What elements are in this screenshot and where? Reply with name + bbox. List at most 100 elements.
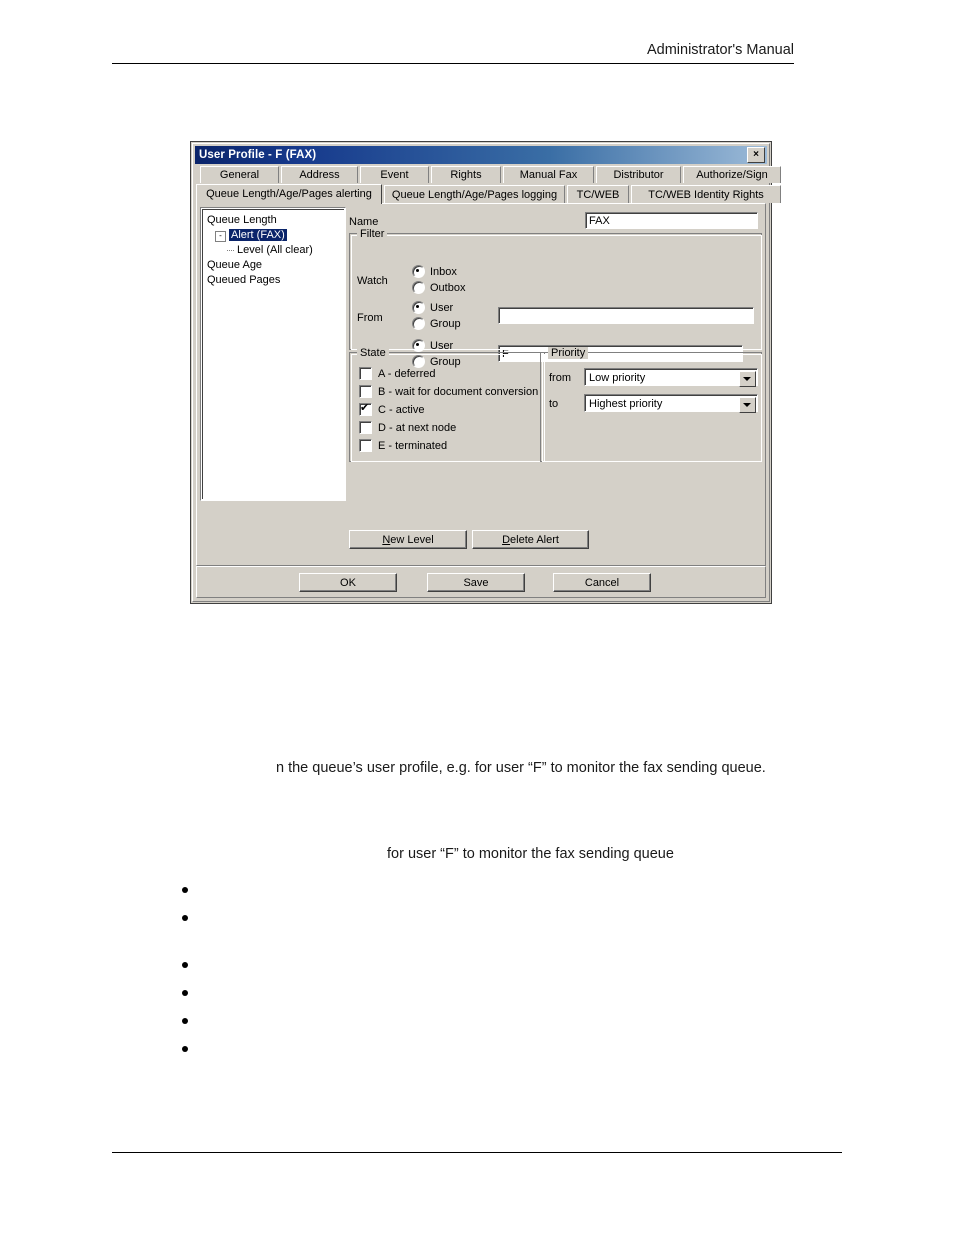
radio-selected-icon	[412, 301, 425, 314]
bullet-list	[182, 878, 210, 1065]
new-level-button-label: New Level	[382, 533, 434, 546]
from-user-label: User	[430, 301, 454, 314]
tree-node-queue-age[interactable]: Queue Age	[205, 258, 344, 273]
state-checkbox-b[interactable]: B - wait for document conversion	[359, 385, 538, 398]
dialog-titlebar[interactable]: User Profile - F (FAX) ×	[195, 146, 767, 164]
state-label-e: E - terminated	[378, 439, 448, 452]
state-checkbox-d[interactable]: D - at next node	[359, 421, 456, 434]
bullet-dot-icon	[182, 887, 188, 893]
to-user-label: User	[430, 339, 454, 352]
body-paragraph-2: for user “F” to monitor the fax sending …	[387, 846, 674, 862]
state-checkbox-c[interactable]: C - active	[359, 401, 425, 416]
checkbox-unchecked-icon	[359, 439, 372, 452]
watch-inbox-label: Inbox	[430, 265, 457, 278]
state-checkbox-e[interactable]: E - terminated	[359, 439, 447, 452]
tab-rights[interactable]: Rights	[431, 166, 501, 183]
radio-unselected-icon	[412, 281, 425, 294]
delete-alert-button[interactable]: Delete Alert	[472, 530, 589, 549]
name-input-value: FAX	[586, 213, 757, 228]
priority-from-value: Low priority	[589, 372, 646, 384]
priority-group-title: Priority	[548, 347, 589, 359]
tree-node-label: Alert (FAX)	[229, 229, 287, 241]
checkbox-unchecked-icon	[359, 421, 372, 434]
chevron-down-icon[interactable]	[739, 397, 756, 413]
tab-queue-alerting[interactable]: Queue Length/Age/Pages alerting	[196, 184, 382, 204]
to-user-radio[interactable]: User	[412, 339, 453, 352]
tree-node-alert-fax[interactable]: - Alert (FAX)	[205, 228, 344, 243]
from-group-radio[interactable]: Group	[412, 317, 461, 330]
list-item	[182, 953, 210, 981]
priority-to-label: to	[549, 398, 559, 410]
tab-page-queue-alerting: Queue Length - Alert (FAX) Level (All cl…	[196, 203, 766, 566]
close-icon[interactable]: ×	[747, 147, 765, 163]
alert-tree-inner: Queue Length - Alert (FAX) Level (All cl…	[202, 209, 344, 499]
bullet-dot-icon	[182, 1046, 188, 1052]
tab-strip: General Address Event Rights Manual Fax …	[196, 166, 781, 204]
bullet-dot-icon	[182, 915, 188, 921]
page-footer-rule	[112, 1152, 842, 1153]
tab-distributor[interactable]: Distributor	[596, 166, 681, 183]
state-label-a: A - deferred	[378, 367, 436, 380]
delete-alert-button-label: Delete Alert	[502, 533, 559, 546]
page-header-title: Administrator's Manual	[646, 42, 794, 58]
radio-unselected-icon	[412, 317, 425, 330]
list-item	[182, 1037, 210, 1065]
checkbox-unchecked-icon	[359, 367, 372, 380]
dialog-title: User Profile - F (FAX)	[199, 149, 317, 161]
tree-node-queued-pages[interactable]: Queued Pages	[205, 273, 344, 288]
from-user-radio[interactable]: User	[412, 301, 453, 314]
from-input-value	[499, 308, 753, 323]
state-label-c: C - active	[378, 403, 425, 416]
ok-button[interactable]: OK	[299, 573, 397, 592]
dialog-footer-bar: OK Save Cancel	[196, 566, 766, 598]
tab-authorize-sign[interactable]: Authorize/Sign	[683, 166, 781, 183]
watch-inbox-radio[interactable]: Inbox	[412, 265, 457, 278]
bullet-dot-icon	[182, 1018, 188, 1024]
state-label-b: B - wait for document conversion	[378, 385, 539, 398]
collapse-expander-icon[interactable]: -	[215, 231, 226, 242]
watch-outbox-radio[interactable]: Outbox	[412, 281, 465, 294]
priority-to-combo[interactable]: Highest priority	[584, 394, 758, 413]
tree-node-label: Level (All clear)	[237, 244, 313, 256]
radio-selected-icon	[412, 265, 425, 278]
tree-node-label: Queue Length	[207, 214, 277, 226]
list-item	[182, 878, 210, 906]
save-button[interactable]: Save	[427, 573, 525, 592]
tree-node-level-all-clear[interactable]: Level (All clear)	[205, 243, 344, 258]
tab-tc-web[interactable]: TC/WEB	[567, 185, 629, 203]
priority-to-combo-inner: Highest priority	[585, 395, 757, 413]
state-label-d: D - at next node	[378, 421, 457, 434]
cancel-button[interactable]: Cancel	[553, 573, 651, 592]
chevron-down-icon[interactable]	[739, 371, 756, 387]
radio-selected-icon	[412, 339, 425, 352]
from-group-label: Group	[430, 317, 461, 330]
state-checkbox-a[interactable]: A - deferred	[359, 367, 435, 380]
tab-address[interactable]: Address	[281, 166, 358, 183]
alert-tree-listbox[interactable]: Queue Length - Alert (FAX) Level (All cl…	[200, 207, 346, 501]
user-profile-dialog: User Profile - F (FAX) × General Address…	[190, 141, 781, 604]
alert-settings-form: Name FAX Filter Watch Inbox Outbox From …	[347, 207, 762, 562]
name-input[interactable]: FAX	[585, 212, 758, 229]
priority-to-value: Highest priority	[589, 398, 663, 410]
tab-tc-web-identity[interactable]: TC/WEB Identity Rights	[631, 185, 781, 203]
tree-node-label: Queued Pages	[207, 274, 281, 286]
tree-node-queue-length[interactable]: Queue Length	[205, 213, 344, 228]
bullet-dot-icon	[182, 990, 188, 996]
from-input[interactable]	[498, 307, 754, 324]
priority-from-combo[interactable]: Low priority	[584, 368, 758, 387]
tab-manual-fax[interactable]: Manual Fax	[503, 166, 594, 183]
new-level-button[interactable]: New Level	[349, 530, 467, 549]
tree-node-label: Queue Age	[207, 259, 263, 271]
list-item	[182, 1009, 210, 1037]
tab-event[interactable]: Event	[360, 166, 429, 183]
body-paragraph-1: n the queue’s user profile, e.g. for use…	[276, 760, 766, 776]
state-groupbox: State A - deferred B - wait for document…	[349, 347, 545, 462]
list-item	[182, 981, 210, 1009]
name-label: Name	[349, 216, 379, 228]
list-item	[182, 906, 210, 953]
tab-general[interactable]: General	[200, 166, 279, 183]
priority-from-combo-inner: Low priority	[585, 369, 757, 387]
tab-queue-logging[interactable]: Queue Length/Age/Pages logging	[384, 185, 565, 203]
checkbox-unchecked-icon	[359, 385, 372, 398]
priority-from-label: from	[549, 372, 571, 384]
